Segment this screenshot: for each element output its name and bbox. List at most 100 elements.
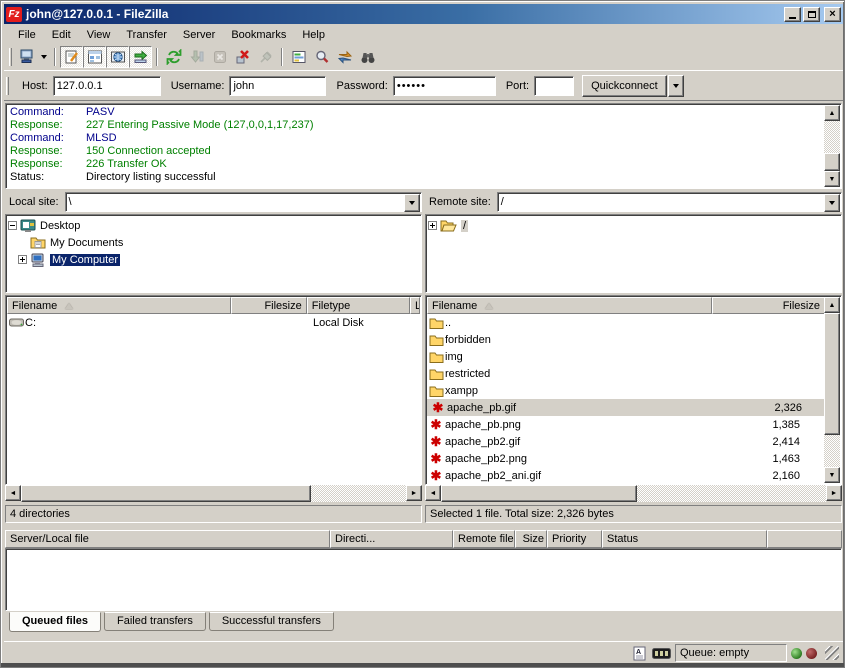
scrollbar-track[interactable] bbox=[311, 485, 406, 502]
column-header-filesize[interactable]: Filesize bbox=[712, 297, 825, 314]
toggle-message-log-button[interactable] bbox=[60, 46, 83, 68]
process-queue-button[interactable] bbox=[185, 46, 208, 68]
file-row[interactable]: C: Local Disk bbox=[7, 314, 420, 331]
expand-icon[interactable] bbox=[18, 255, 27, 264]
scrollbar-right-button[interactable]: ► bbox=[406, 485, 422, 501]
column-header-filetype[interactable]: Filetype bbox=[307, 297, 410, 314]
local-site-dropdown[interactable] bbox=[404, 194, 420, 212]
file-row[interactable]: .. bbox=[427, 314, 840, 331]
menu-view[interactable]: View bbox=[79, 28, 119, 42]
local-tree-icon bbox=[87, 49, 103, 65]
resize-grip[interactable] bbox=[825, 646, 839, 660]
toggle-remote-tree-button[interactable] bbox=[106, 46, 129, 68]
scrollbar-up-button[interactable]: ▲ bbox=[824, 105, 840, 121]
column-header-size[interactable]: Size bbox=[515, 530, 547, 548]
folder-icon bbox=[427, 317, 445, 329]
toggle-transfer-queue-button[interactable] bbox=[129, 46, 152, 68]
tree-item-label: My Computer bbox=[50, 254, 120, 266]
scrollbar-down-button[interactable]: ▼ bbox=[824, 467, 840, 483]
menu-server[interactable]: Server bbox=[175, 28, 223, 42]
scrollbar-thumb[interactable] bbox=[441, 485, 637, 502]
scrollbar-thumb[interactable] bbox=[824, 153, 840, 171]
host-input[interactable] bbox=[53, 76, 161, 96]
find-files-button[interactable] bbox=[356, 46, 379, 68]
log-prefix: Response: bbox=[10, 145, 86, 158]
directory-comparison-button[interactable] bbox=[310, 46, 333, 68]
file-row-selected[interactable]: ✱ apache_pb.gif 2,326 bbox=[427, 399, 840, 416]
column-header-direction[interactable]: Directi... bbox=[330, 530, 453, 548]
file-size: 1,385 bbox=[710, 419, 805, 431]
column-header-priority[interactable]: Priority bbox=[547, 530, 602, 548]
menu-help[interactable]: Help bbox=[294, 28, 333, 42]
collapse-icon[interactable] bbox=[8, 221, 17, 230]
file-row[interactable]: ✱ apache_pb2.gif 2,414 bbox=[427, 433, 840, 450]
remote-site-combo[interactable]: / bbox=[497, 192, 842, 212]
tree-item-desktop[interactable]: Desktop bbox=[8, 217, 419, 234]
password-input[interactable] bbox=[393, 76, 496, 96]
directory-filters-button[interactable] bbox=[287, 46, 310, 68]
tab-failed-transfers[interactable]: Failed transfers bbox=[104, 612, 206, 631]
synchronized-browsing-button[interactable] bbox=[333, 46, 356, 68]
local-horizontal-scrollbar[interactable]: ◄ ► bbox=[5, 485, 422, 502]
column-header-filename[interactable]: Filename bbox=[7, 297, 231, 314]
close-button[interactable]: × bbox=[824, 7, 841, 22]
site-manager-button[interactable] bbox=[15, 46, 38, 68]
file-row[interactable]: img bbox=[427, 348, 840, 365]
scrollbar-thumb[interactable] bbox=[21, 485, 311, 502]
dropdown-arrow-icon bbox=[829, 201, 835, 205]
tree-item-root[interactable]: / bbox=[428, 217, 839, 234]
local-site-row: Local site: \ bbox=[5, 192, 422, 212]
minimize-button[interactable] bbox=[784, 7, 801, 22]
scrollbar-right-button[interactable]: ► bbox=[826, 485, 842, 501]
quickconnect-dropdown[interactable] bbox=[668, 75, 684, 97]
menu-edit[interactable]: Edit bbox=[44, 28, 79, 42]
tree-item-my-documents[interactable]: My Documents bbox=[8, 234, 419, 251]
tab-queued-files[interactable]: Queued files bbox=[9, 612, 101, 632]
remote-site-dropdown[interactable] bbox=[824, 194, 840, 212]
expand-icon[interactable] bbox=[428, 221, 437, 230]
site-manager-dropdown[interactable] bbox=[38, 46, 50, 68]
file-row[interactable]: ✱ apache_pb2_ani.gif 2,160 bbox=[427, 467, 840, 484]
tree-item-my-computer[interactable]: My Computer bbox=[8, 251, 419, 268]
remote-list-header: Filename Filesize bbox=[427, 297, 840, 314]
file-row[interactable]: ✱ apache_pb.png 1,385 bbox=[427, 416, 840, 433]
column-header-filename[interactable]: Filename bbox=[427, 297, 712, 314]
column-header-last-modified[interactable]: L bbox=[410, 297, 420, 314]
menu-bookmarks[interactable]: Bookmarks bbox=[223, 28, 294, 42]
scrollbar-down-button[interactable]: ▼ bbox=[824, 171, 840, 187]
process-queue-icon bbox=[189, 49, 205, 65]
column-header-remote-file[interactable]: Remote file bbox=[453, 530, 515, 548]
disconnect-button[interactable] bbox=[231, 46, 254, 68]
scrollbar-track[interactable] bbox=[637, 485, 826, 502]
toggle-local-tree-button[interactable] bbox=[83, 46, 106, 68]
scrollbar-thumb[interactable] bbox=[824, 313, 840, 435]
quickconnect-button[interactable]: Quickconnect bbox=[582, 75, 667, 97]
tab-successful-transfers[interactable]: Successful transfers bbox=[209, 612, 334, 631]
file-row[interactable]: restricted bbox=[427, 365, 840, 382]
reconnect-button[interactable] bbox=[254, 46, 277, 68]
log-vertical-scrollbar[interactable]: ▲ ▼ bbox=[824, 105, 840, 187]
scrollbar-track[interactable] bbox=[824, 121, 840, 153]
maximize-button[interactable] bbox=[803, 7, 820, 22]
remote-vertical-scrollbar[interactable]: ▲ ▼ bbox=[824, 297, 840, 483]
port-input[interactable] bbox=[534, 76, 574, 96]
scrollbar-track[interactable] bbox=[824, 435, 840, 467]
menu-file[interactable]: File bbox=[10, 28, 44, 42]
username-input[interactable] bbox=[229, 76, 326, 96]
refresh-button[interactable] bbox=[162, 46, 185, 68]
menu-transfer[interactable]: Transfer bbox=[118, 28, 175, 42]
file-row[interactable]: ✱ apache_pb2.png 1,463 bbox=[427, 450, 840, 467]
remote-horizontal-scrollbar[interactable]: ◄ ► bbox=[425, 485, 842, 502]
filter-icon bbox=[291, 49, 307, 65]
file-row[interactable]: xampp bbox=[427, 382, 840, 399]
scrollbar-left-button[interactable]: ◄ bbox=[5, 485, 21, 501]
local-site-combo[interactable]: \ bbox=[65, 192, 422, 212]
column-header-server-local-file[interactable]: Server/Local file bbox=[5, 530, 330, 548]
cancel-operation-button[interactable] bbox=[208, 46, 231, 68]
host-label: Host: bbox=[22, 80, 48, 92]
scrollbar-up-button[interactable]: ▲ bbox=[824, 297, 840, 313]
column-header-status[interactable]: Status bbox=[602, 530, 767, 548]
scrollbar-left-button[interactable]: ◄ bbox=[425, 485, 441, 501]
file-row[interactable]: forbidden bbox=[427, 331, 840, 348]
column-header-filesize[interactable]: Filesize bbox=[231, 297, 306, 314]
